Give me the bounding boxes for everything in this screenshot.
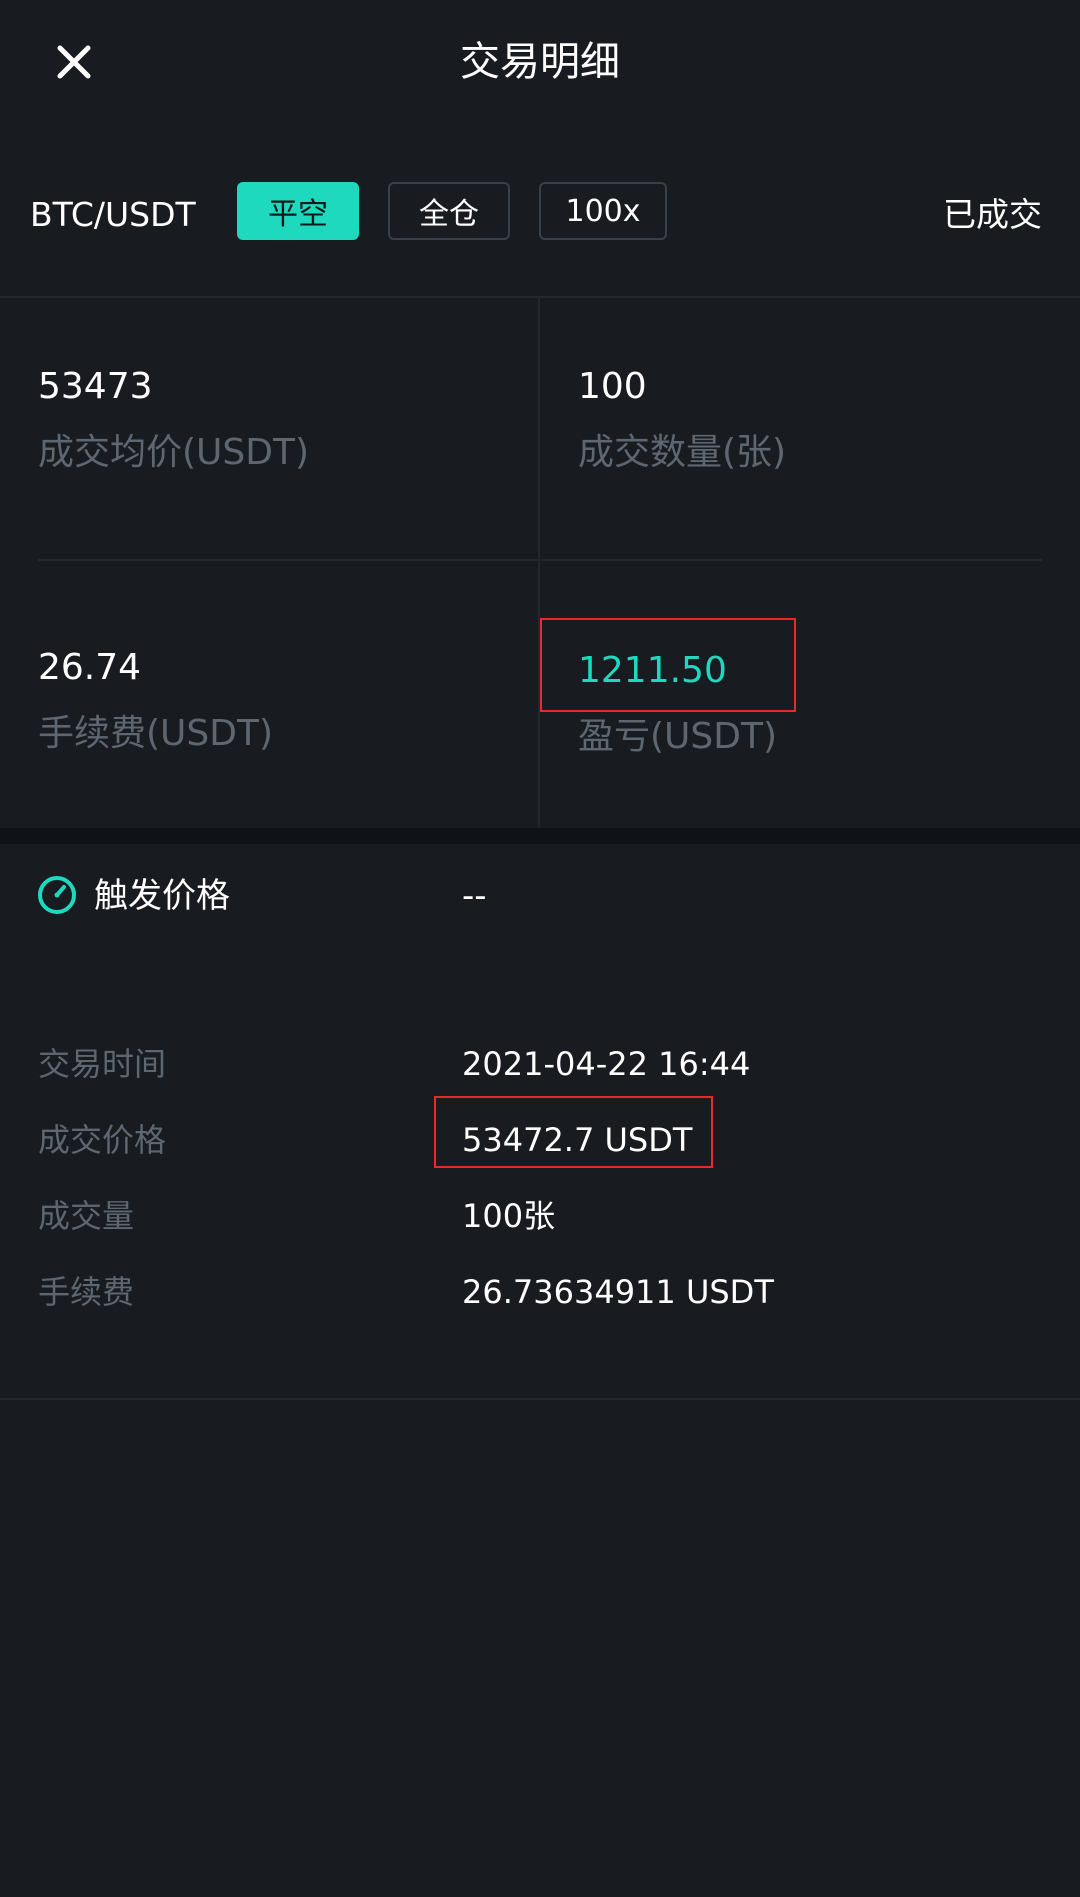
fill-volume-value: 100张 (462, 1197, 556, 1235)
order-status: 已成交 (943, 195, 1042, 234)
trade-details-list: 交易时间 2021-04-22 16:44 成交价格 53472.7 USDT … (0, 1035, 1080, 1339)
detail-row-fee: 手续费 26.73634911 USDT (0, 1263, 1080, 1339)
fee-label: 手续费(USDT) (38, 713, 274, 754)
grid-divider-horizontal (38, 559, 1042, 561)
margin-mode-tag: 全仓 (388, 182, 510, 240)
detail-fee-label: 手续费 (38, 1273, 135, 1311)
fee-stat: 26.74 手续费(USDT) (38, 643, 518, 759)
page-title: 交易明细 (460, 39, 620, 85)
order-summary-row: BTC/USDT 平空 全仓 100x 已成交 (0, 170, 1080, 270)
trigger-price-row: 触发价格 -- (0, 870, 1080, 926)
fill-price-label: 成交价格 (38, 1121, 167, 1159)
gauge-icon (38, 876, 76, 914)
avg-price-value: 53473 (38, 366, 153, 407)
stats-grid: 53473 成交均价(USDT) 100 成交数量(张) 26.74 手续费(U… (0, 298, 1080, 828)
header-bar: 交易明细 (0, 0, 1080, 130)
section-separator (0, 828, 1080, 844)
divider (0, 1398, 1080, 1400)
pnl-label: 盈亏(USDT) (578, 716, 778, 757)
pnl-highlight-box (540, 618, 796, 712)
fee-value: 26.74 (38, 647, 142, 688)
detail-fee-value: 26.73634911 USDT (462, 1273, 774, 1311)
trigger-price-label: 触发价格 (94, 876, 230, 916)
detail-row-fill-volume: 成交量 100张 (0, 1187, 1080, 1263)
trade-time-label: 交易时间 (38, 1045, 167, 1083)
fill-volume-label: 成交量 (38, 1197, 135, 1235)
grid-divider-vertical (538, 298, 540, 828)
avg-price-label: 成交均价(USDT) (38, 432, 310, 473)
filled-quantity-value: 100 (578, 366, 647, 407)
filled-quantity-stat: 100 成交数量(张) (578, 362, 1058, 478)
avg-price-stat: 53473 成交均价(USDT) (38, 362, 518, 478)
fill-price-highlight-box (434, 1096, 713, 1168)
trigger-price-value: -- (462, 876, 487, 916)
filled-quantity-label: 成交数量(张) (578, 432, 787, 473)
trade-time-value: 2021-04-22 16:44 (462, 1045, 751, 1083)
trading-pair: BTC/USDT (30, 195, 196, 234)
side-tag: 平空 (237, 182, 359, 240)
leverage-tag: 100x (539, 182, 667, 240)
